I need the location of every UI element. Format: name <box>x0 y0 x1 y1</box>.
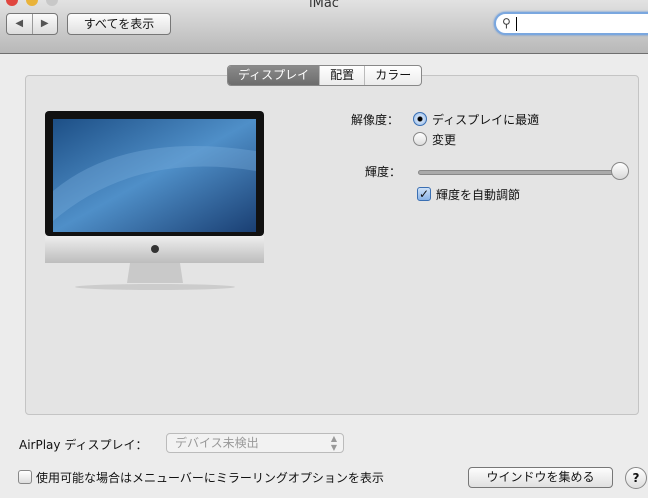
nav-buttons: ◀ ▶ <box>6 13 58 35</box>
window-title: iMac <box>309 0 339 11</box>
mirror-option-label[interactable]: 使用可能な場合はメニューバーにミラーリングオプションを表示 <box>36 469 384 486</box>
back-button[interactable]: ◀ <box>7 14 32 34</box>
brightness-slider-thumb[interactable] <box>610 162 629 180</box>
auto-brightness-checkbox[interactable]: ✓ <box>417 187 431 201</box>
tab-bar: ディスプレイ 配置 カラー <box>227 65 423 86</box>
resolution-scaled-radio[interactable] <box>413 132 427 146</box>
mirror-option-checkbox[interactable] <box>18 470 32 484</box>
tab-color[interactable]: カラー <box>364 66 421 85</box>
tab-arrangement[interactable]: 配置 <box>319 66 364 85</box>
brightness-slider[interactable] <box>418 170 626 175</box>
resolution-optimal-label[interactable]: ディスプレイに最適 <box>432 111 539 128</box>
resolution-label: 解像度： <box>351 113 400 127</box>
title-bar: iMac ◀ ▶ すべてを表示 ⚲ <box>0 0 648 54</box>
updown-arrows-icon: ▲ ▼ <box>330 434 337 452</box>
resolution-optimal-radio[interactable] <box>413 112 427 126</box>
brightness-label: 輝度： <box>365 165 402 179</box>
search-icon: ⚲ <box>502 16 511 30</box>
auto-brightness-label[interactable]: 輝度を自動調節 <box>436 186 520 203</box>
resolution-scaled-label[interactable]: 変更 <box>432 131 456 148</box>
help-button[interactable]: ? <box>625 467 647 489</box>
airplay-label: AirPlay ディスプレイ： <box>19 438 148 452</box>
text-caret <box>516 17 517 31</box>
tab-display[interactable]: ディスプレイ <box>228 66 320 85</box>
airplay-popup[interactable]: デバイス未検出 ▲ ▼ <box>166 433 344 453</box>
airplay-popup-value: デバイス未検出 <box>175 436 259 450</box>
imac-illustration <box>45 111 264 290</box>
gather-windows-button[interactable]: ウインドウを集める <box>468 467 613 488</box>
show-all-button[interactable]: すべてを表示 <box>67 13 171 35</box>
forward-button[interactable]: ▶ <box>31 14 58 34</box>
apple-logo-icon <box>151 245 159 253</box>
search-input[interactable]: ⚲ <box>494 12 648 35</box>
